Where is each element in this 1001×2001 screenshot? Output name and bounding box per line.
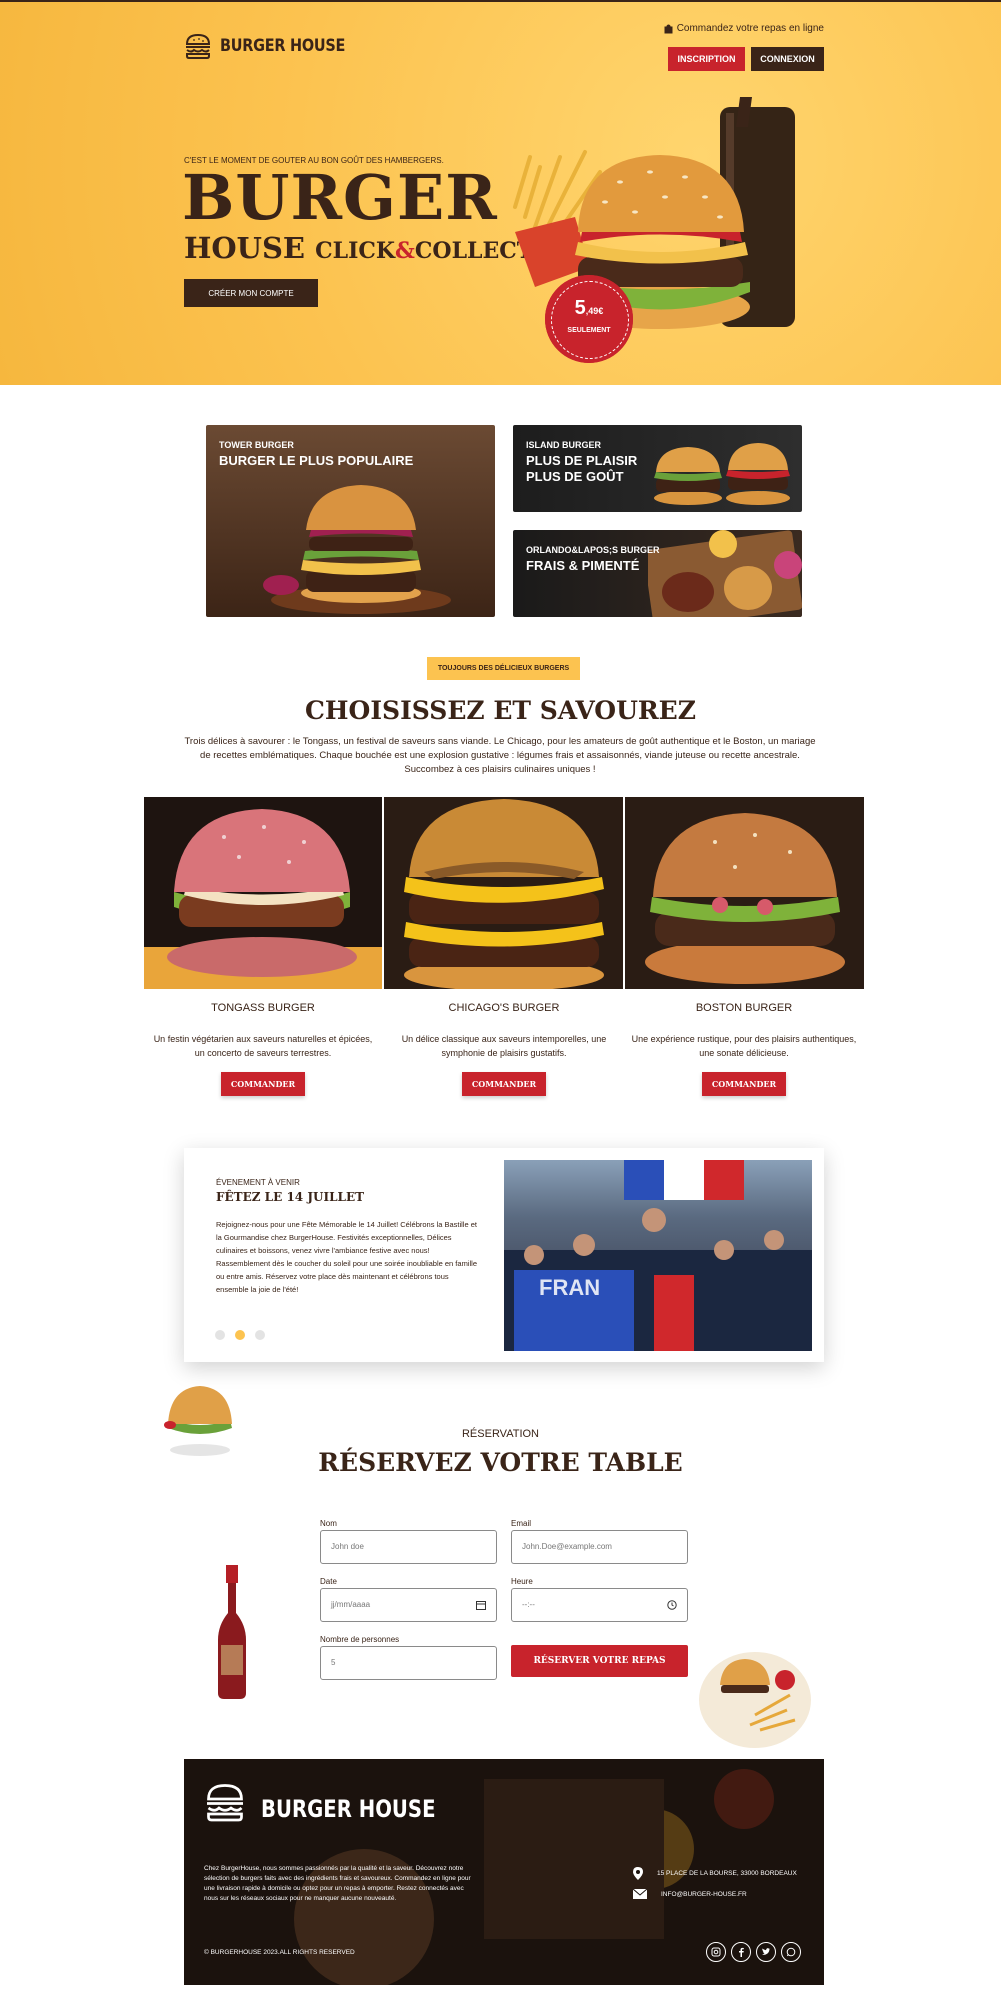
hero-section: BURGER HOUSE Commandez votre repas en li… xyxy=(0,0,1001,385)
promo-island-title: PLUS DE PLAISIR PLUS DE GOÛT xyxy=(526,453,637,485)
footer-copyright: © BURGERHOUSE 2023.ALL RIGHTS RESERVED xyxy=(204,1949,355,1956)
promo-orlando-label: ORLANDO&LAPOS;S BURGER xyxy=(526,545,660,555)
reservation-title: RÉSERVEZ VOTRE TABLE xyxy=(318,1448,683,1477)
clock-icon[interactable] xyxy=(667,1600,677,1610)
price-value: 5,49€ xyxy=(574,297,604,319)
event-banner-text: FRAN xyxy=(539,1275,600,1300)
promo-tower-label: TOWER BURGER xyxy=(219,440,294,450)
mail-icon xyxy=(633,1889,647,1899)
hero-amp: & xyxy=(395,238,415,264)
date-label: Date xyxy=(320,1577,337,1586)
time-placeholder: --:-- xyxy=(522,1600,535,1609)
event-crowd-drawing: FRAN xyxy=(504,1160,812,1351)
calendar-icon[interactable] xyxy=(476,1600,486,1610)
event-carousel: ÉVENEMENT À VENIR FÊTEZ LE 14 JUILLET Re… xyxy=(184,1148,824,1362)
promo-card-tower[interactable]: TOWER BURGER BURGER LE PLUS POPULAIRE xyxy=(206,425,495,617)
tongass-burger-name: TONGASS BURGER xyxy=(211,1002,315,1014)
footer-email-text: INFO@BURGER-HOUSE.FR xyxy=(661,1890,747,1898)
order-chicago-button[interactable]: COMMANDER xyxy=(462,1072,546,1096)
promo-orlando-title: FRAIS & PIMENTÉ xyxy=(526,558,640,573)
carousel-dot-3[interactable] xyxy=(255,1330,265,1340)
event-image: FRAN xyxy=(504,1160,812,1351)
hero-click: CLICK xyxy=(315,238,396,264)
footer: BURGER HOUSE Chez BurgerHouse, nous somm… xyxy=(184,1759,824,1985)
email-field[interactable]: John.Doe@example.com xyxy=(511,1530,688,1564)
chicago-burger-name: CHICAGO'S BURGER xyxy=(448,1002,560,1014)
island-burger-image xyxy=(654,443,790,505)
instagram-icon[interactable] xyxy=(706,1942,726,1962)
order-tongass-button[interactable]: COMMANDER xyxy=(221,1072,305,1096)
date-placeholder: jj/mm/aaaa xyxy=(331,1600,371,1609)
menu-badge: TOUJOURS DES DÉLICIEUX BURGERS xyxy=(427,657,580,680)
facebook-icon[interactable] xyxy=(731,1942,751,1962)
event-title: FÊTEZ LE 14 JUILLET xyxy=(216,1190,365,1204)
burger-plate-decoration xyxy=(699,1652,811,1748)
boston-burger-image xyxy=(625,797,864,989)
orlando-burger-image xyxy=(648,530,802,617)
create-account-button[interactable]: CRÉER MON COMPTE xyxy=(184,279,318,307)
order-online-label: Commandez votre repas en ligne xyxy=(676,23,824,34)
boston-burger-drawing xyxy=(645,813,845,984)
chicago-burger-image xyxy=(384,797,623,989)
menu-description: Trois délices à savourer : le Tongass, u… xyxy=(184,736,816,775)
burger-logo-icon xyxy=(185,33,211,59)
whatsapp-icon[interactable] xyxy=(781,1942,801,1962)
hero-subtitle: HOUSE CLICK&COLLECT xyxy=(184,234,533,263)
name-label: Nom xyxy=(320,1519,337,1528)
people-label: Nombre de personnes xyxy=(320,1635,400,1644)
twitter-glyph xyxy=(762,1948,771,1955)
hot-sauce-bottle-decoration xyxy=(218,1565,246,1699)
footer-brand: BURGER HOUSE xyxy=(261,1795,436,1823)
tongass-burger-drawing xyxy=(144,809,382,989)
footer-about: Chez BurgerHouse, nous sommes passionnés… xyxy=(204,1865,471,1902)
facebook-glyph xyxy=(739,1947,744,1957)
twitter-icon[interactable] xyxy=(756,1942,776,1962)
chicago-burger-desc: Un délice classique aux saveurs intempor… xyxy=(401,1034,607,1058)
boston-burger-name: BOSTON BURGER xyxy=(695,1002,793,1014)
people-field[interactable]: 5 xyxy=(320,1646,497,1680)
carousel-dot-1[interactable] xyxy=(215,1330,225,1340)
time-field[interactable]: --:-- xyxy=(511,1588,688,1622)
bag-icon xyxy=(664,24,673,33)
promo-card-orlando[interactable]: ORLANDO&LAPOS;S BURGER FRAIS & PIMENTÉ xyxy=(513,530,802,617)
footer-address-text: 15 PLACE DE LA BOURSE, 33000 BORDEAUX xyxy=(657,1870,797,1877)
name-field[interactable]: John doe xyxy=(320,1530,497,1564)
order-boston-button[interactable]: COMMANDER xyxy=(702,1072,786,1096)
event-text: Rejoignez-nous pour une Fête Mémorable l… xyxy=(216,1220,477,1294)
footer-email[interactable]: INFO@BURGER-HOUSE.FR xyxy=(633,1889,747,1899)
order-online-link[interactable]: Commandez votre repas en ligne xyxy=(664,23,824,34)
instagram-glyph xyxy=(711,1947,721,1957)
footer-logo-icon[interactable] xyxy=(204,1781,246,1823)
reservation-kicker: RÉSERVATION xyxy=(461,1428,540,1440)
footer-address: 15 PLACE DE LA BOURSE, 33000 BORDEAUX xyxy=(633,1867,797,1880)
brand-name: BURGER HOUSE xyxy=(220,36,346,56)
event-kicker: ÉVENEMENT À VENIR xyxy=(216,1178,300,1187)
tongass-burger-image xyxy=(144,797,382,989)
promo-island-line1: PLUS DE PLAISIR xyxy=(526,453,638,468)
boston-burger-desc: Une expérience rustique, pour des plaisi… xyxy=(631,1034,857,1058)
time-label: Heure xyxy=(511,1577,533,1586)
chicago-burger-drawing xyxy=(404,799,604,989)
tongass-burger-desc: Un festin végétarien aux saveurs naturel… xyxy=(153,1034,373,1058)
menu-title: CHOISISSEZ ET SAVOUREZ xyxy=(305,696,696,725)
brand-logo[interactable]: BURGER HOUSE xyxy=(184,32,367,60)
tower-burger-image xyxy=(263,485,451,614)
signup-button[interactable]: INSCRIPTION xyxy=(668,47,745,71)
promo-island-label: ISLAND BURGER xyxy=(526,440,602,450)
location-pin-icon xyxy=(633,1867,643,1880)
price-badge: 5,49€ SEULEMENT xyxy=(545,275,633,363)
date-field[interactable]: jj/mm/aaaa xyxy=(320,1588,497,1622)
email-label: Email xyxy=(511,1519,532,1528)
whatsapp-glyph xyxy=(786,1947,796,1957)
price-subtitle: SEULEMENT xyxy=(567,327,611,334)
promo-card-island[interactable]: ISLAND BURGER PLUS DE PLAISIR PLUS DE GO… xyxy=(513,425,802,512)
hero-house: HOUSE xyxy=(184,231,305,265)
hero-title: BURGER xyxy=(182,161,498,234)
reserve-submit-button[interactable]: RÉSERVER VOTRE REPAS xyxy=(511,1645,688,1677)
carousel-dot-2[interactable] xyxy=(235,1330,245,1340)
promo-tower-title: BURGER LE PLUS POPULAIRE xyxy=(219,453,414,468)
login-button[interactable]: CONNEXION xyxy=(751,47,824,71)
promo-island-line2: PLUS DE GOÛT xyxy=(526,469,624,484)
